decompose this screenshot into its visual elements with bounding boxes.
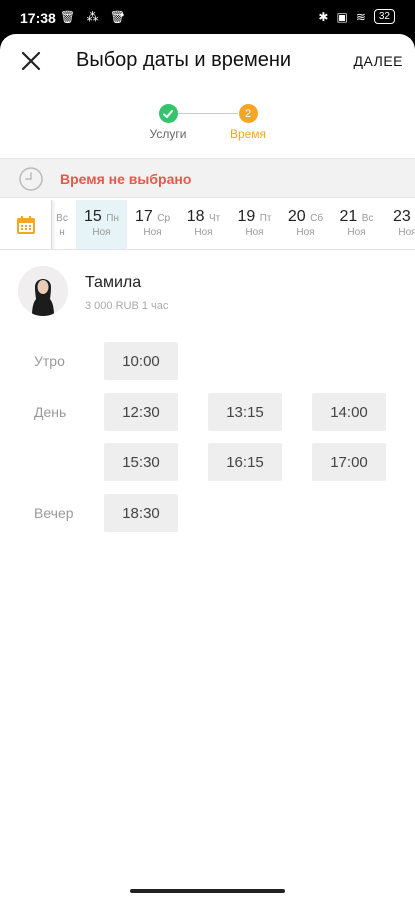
date-item[interactable]: 23 В Ноя: [382, 200, 415, 249]
slot-row-day-2: 15:30 16:15 17:00: [0, 443, 415, 481]
date-number: 23: [393, 208, 411, 225]
slot-row-day: День 12:30 13:15 14:00: [0, 393, 415, 431]
time-not-selected-banner: Время не выбрано: [0, 158, 415, 198]
date-weekday: Ср: [157, 213, 171, 224]
time-slot[interactable]: 13:15: [208, 393, 282, 431]
status-bar: 17:38 🗑 ⁂ 🗑 • ✱ ▣ ≋ 32: [0, 0, 415, 34]
time-slot[interactable]: 10:00: [104, 342, 178, 380]
date-month: Ноя: [143, 227, 162, 238]
page-title: Выбор даты и времени: [76, 49, 292, 71]
date-item[interactable]: Вс н: [52, 200, 72, 249]
date-number: 17: [134, 208, 153, 225]
date-item-selected[interactable]: 15 Пн Ноя: [76, 200, 127, 249]
date-month: н: [59, 227, 65, 238]
date-month: Ноя: [92, 227, 111, 238]
step-done-circle: [158, 104, 178, 123]
slot-row-evening: Вечер 18:30: [0, 494, 415, 532]
banner-text: Время не выбрано: [60, 171, 192, 187]
date-number: 20: [287, 208, 306, 225]
date-month: Ноя: [245, 227, 264, 238]
date-number: 18: [186, 208, 205, 225]
date-month: Ноя: [296, 227, 315, 238]
date-weekday: Вс: [361, 213, 374, 224]
date-month: Ноя: [194, 227, 213, 238]
date-number: 19: [237, 208, 256, 225]
step-number: 2: [238, 104, 258, 123]
master-name: Тамила: [85, 274, 142, 291]
time-slot[interactable]: 17:00: [312, 443, 386, 481]
master-photo: [18, 266, 68, 316]
notification-dot: •: [120, 8, 125, 22]
date-month: Ноя: [398, 227, 415, 238]
notification-icons: 🗑 ⁂ 🗑: [60, 10, 130, 24]
battery-icon: 32: [373, 9, 395, 24]
stepper: Услуги 2 Время: [0, 100, 415, 150]
header: Выбор даты и времени ДАЛЕЕ: [0, 34, 415, 88]
close-button[interactable]: [18, 48, 44, 74]
slot-row-morning: Утро 10:00: [0, 342, 415, 380]
period-label-evening: Вечер: [34, 505, 74, 521]
step-label: Время: [229, 127, 267, 141]
time-slot[interactable]: 18:30: [104, 494, 178, 532]
date-strip[interactable]: Вс н 15 Пн Ноя 17 Ср Ноя 18 Чт Ноя 19 Пт…: [0, 200, 415, 250]
date-item[interactable]: 20 Сб Ноя: [280, 200, 331, 249]
check-icon: [163, 109, 173, 118]
next-button[interactable]: ДАЛЕЕ: [354, 53, 404, 69]
home-handle[interactable]: [130, 889, 285, 893]
date-weekday: Пн: [106, 213, 119, 224]
status-time: 17:38: [20, 10, 56, 26]
date-item[interactable]: 18 Чт Ноя: [178, 200, 229, 249]
time-slot[interactable]: 15:30: [104, 443, 178, 481]
sim-icon: ▣: [336, 9, 348, 24]
calendar-icon: [16, 216, 35, 234]
avatar: [18, 266, 68, 316]
date-month: Ноя: [347, 227, 366, 238]
date-item[interactable]: 21 Вс Ноя: [331, 200, 382, 249]
master-card[interactable]: Тамила 3 000 RUB 1 час: [18, 266, 398, 320]
date-weekday: Пт: [259, 213, 272, 224]
period-label-day: День: [34, 404, 67, 420]
app-screen: Выбор даты и времени ДАЛЕЕ Услуги 2 Врем…: [0, 34, 415, 900]
time-slot[interactable]: 14:00: [312, 393, 386, 431]
period-label-morning: Утро: [34, 353, 65, 369]
step-time[interactable]: 2 Время: [208, 104, 288, 141]
date-item[interactable]: 19 Пт Ноя: [229, 200, 280, 249]
close-icon: [21, 51, 41, 71]
master-price-duration: 3 000 RUB 1 час: [85, 300, 169, 312]
calendar-button[interactable]: [0, 200, 52, 249]
system-icons: ✱ ▣ ≋ 32: [318, 9, 395, 24]
step-services[interactable]: Услуги: [128, 104, 208, 141]
date-number: 15: [84, 208, 102, 225]
bluetooth-icon: ✱: [318, 9, 329, 24]
time-slot[interactable]: 12:30: [104, 393, 178, 431]
clock-icon: [19, 167, 43, 191]
date-weekday: Сб: [310, 213, 324, 224]
date-weekday: Чт: [209, 213, 221, 224]
date-item[interactable]: 17 Ср Ноя: [127, 200, 178, 249]
step-label: Услуги: [149, 127, 187, 141]
time-slot[interactable]: 16:15: [208, 443, 282, 481]
wifi-icon: ≋: [355, 9, 366, 24]
gesture-nav-bar: [0, 882, 415, 900]
date-weekday: Вс: [56, 213, 68, 224]
date-number: 21: [339, 208, 358, 225]
